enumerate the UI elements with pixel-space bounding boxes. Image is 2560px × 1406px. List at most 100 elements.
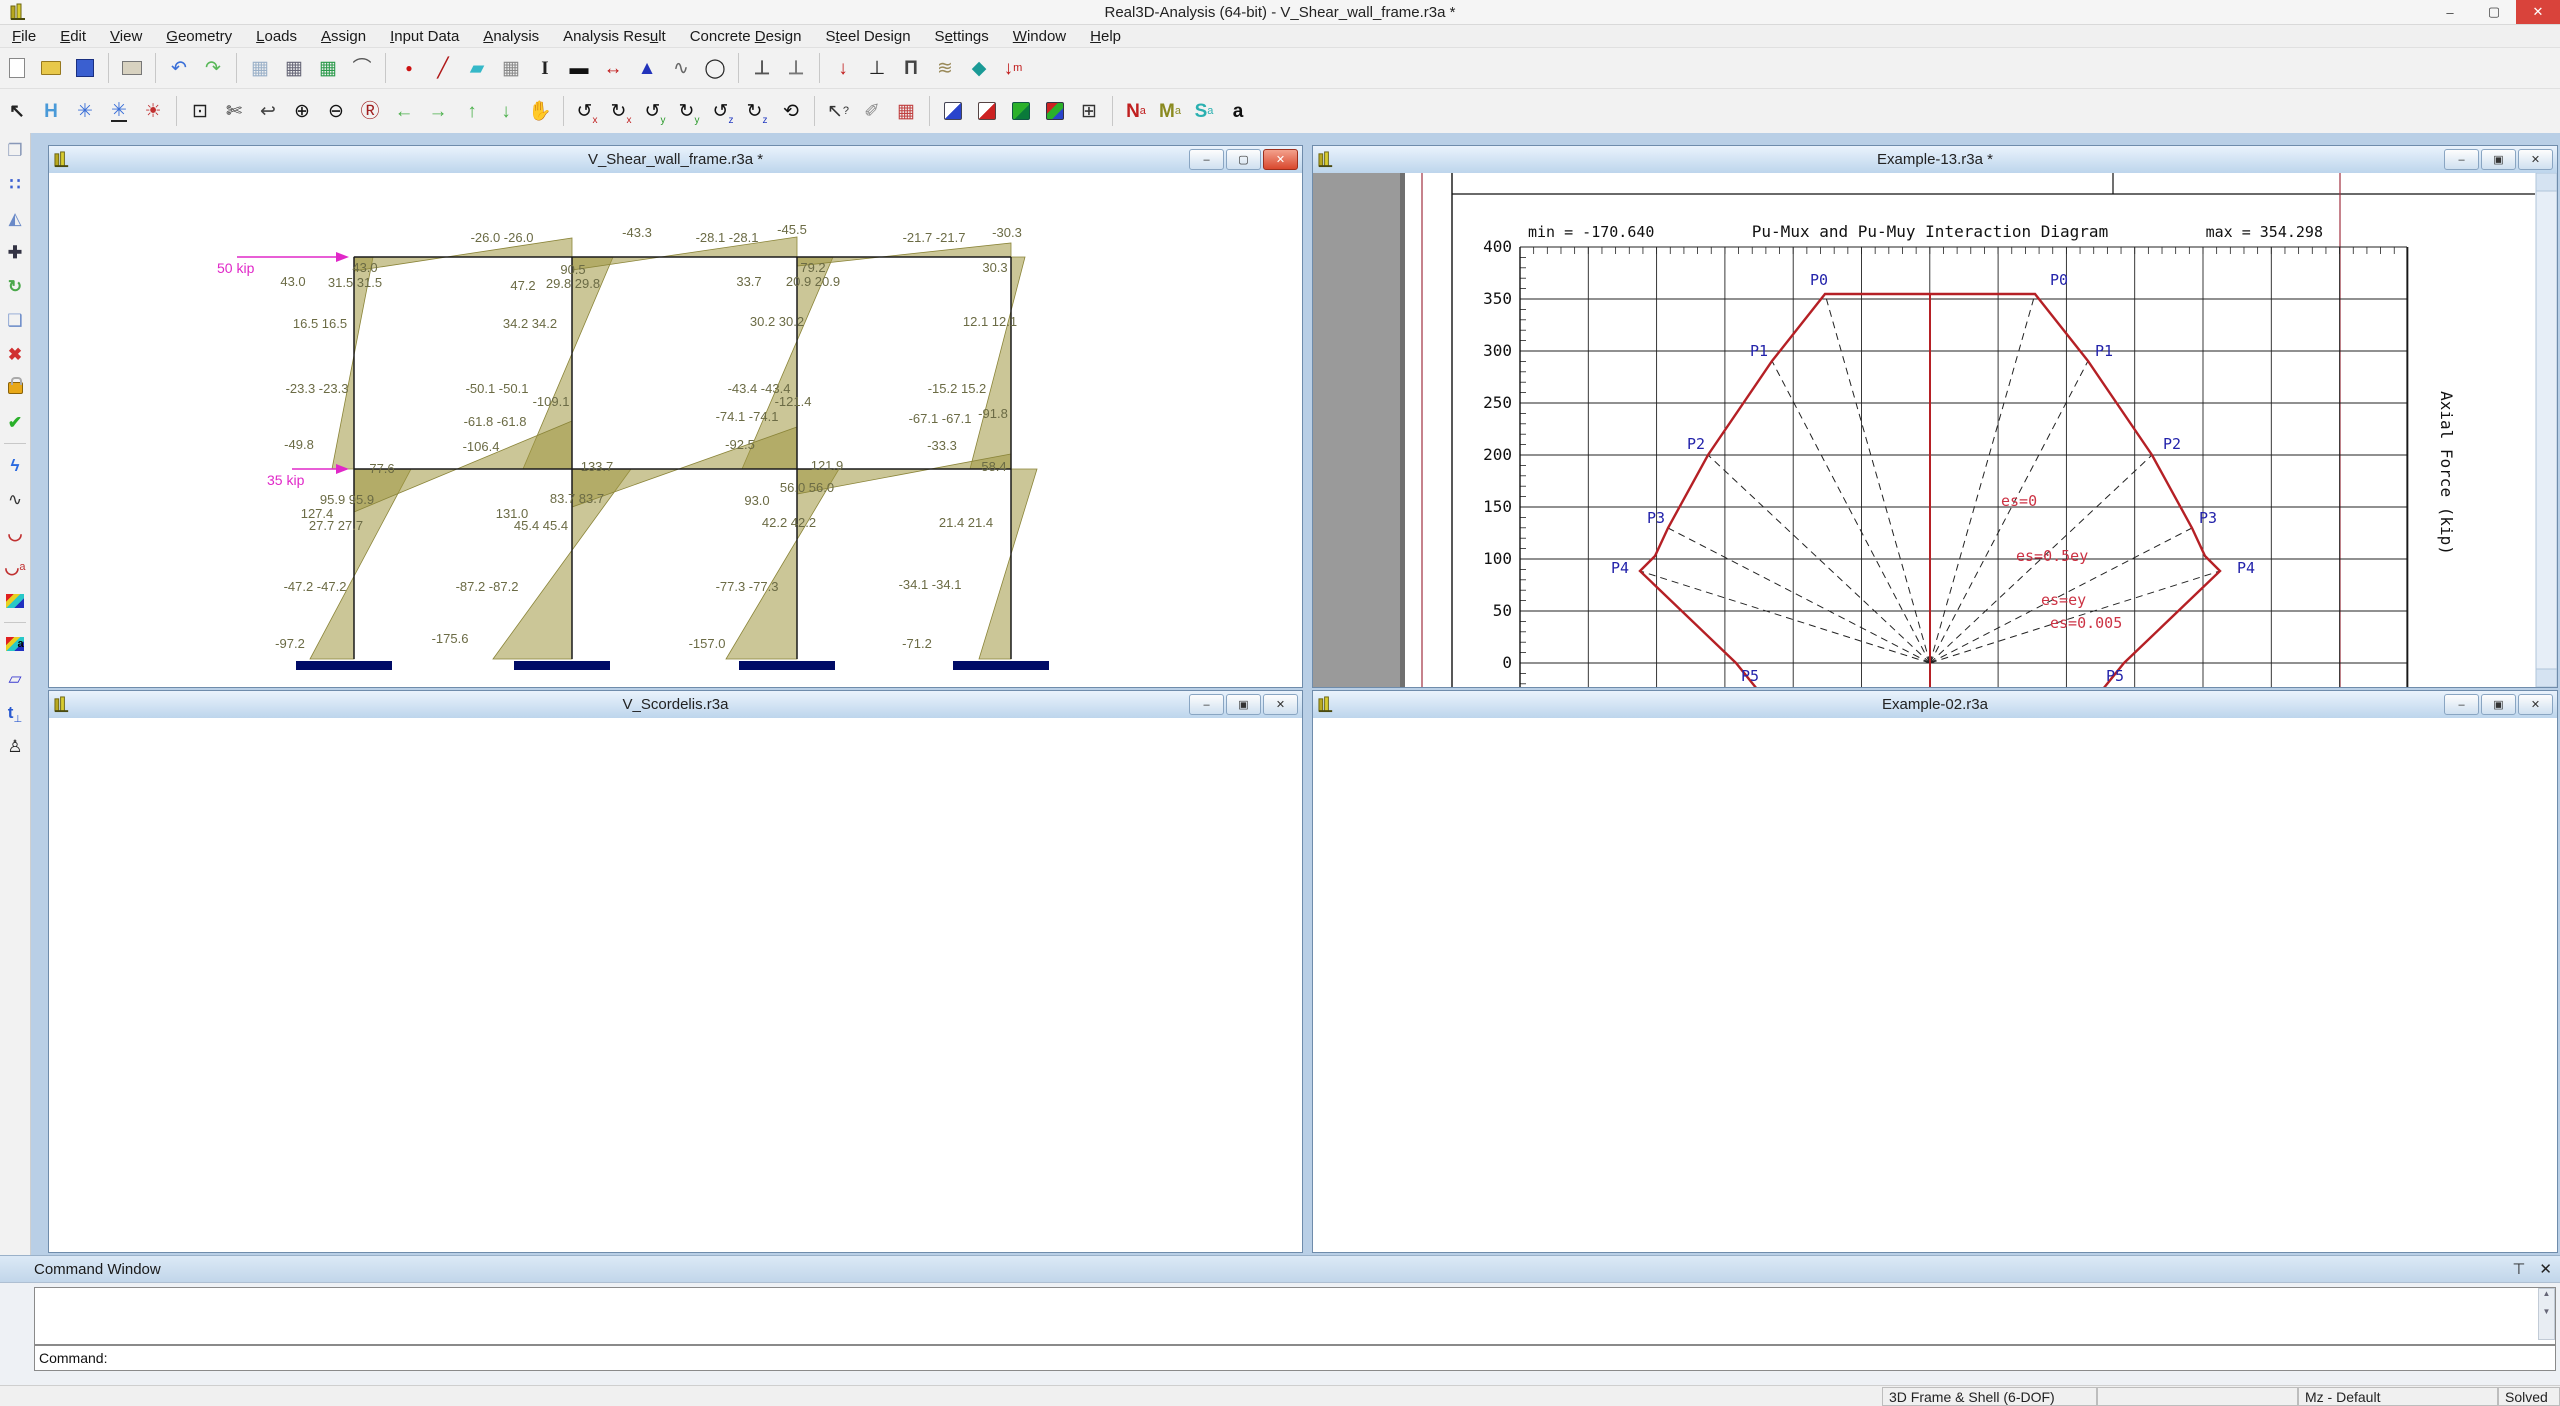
pan-hand-icon[interactable]: ✋ — [525, 96, 555, 126]
child-close-button[interactable]: ✕ — [2518, 694, 2553, 715]
close-icon[interactable]: ✕ — [2539, 1260, 2552, 1278]
support-triangle-icon[interactable]: ▲ — [632, 53, 662, 83]
point-load-icon[interactable]: ↓ — [828, 53, 858, 83]
child-close-button[interactable]: ✕ — [2518, 149, 2553, 170]
render-wire-blue-icon[interactable] — [938, 96, 968, 126]
label-n-icon[interactable]: Na — [1121, 96, 1151, 126]
print-icon[interactable] — [117, 53, 147, 83]
render-wire-red-icon[interactable] — [972, 96, 1002, 126]
child-close-button[interactable]: ✕ — [1263, 149, 1298, 170]
rotate-y-ccw-icon[interactable]: ↺y — [640, 96, 670, 126]
dynamic-icon[interactable]: ∿ — [2, 486, 28, 512]
new-file-icon[interactable] — [2, 53, 32, 83]
interaction-canvas[interactable]: min = -170.640Pu-Mux and Pu-Muy Interact… — [1313, 173, 2557, 687]
menu-item-assign[interactable]: Assign — [309, 27, 378, 46]
label-m-icon[interactable]: Ma — [1155, 96, 1185, 126]
child-restore-button[interactable]: ▣ — [1226, 694, 1261, 715]
child-close-button[interactable]: ✕ — [1263, 694, 1298, 715]
mirror-icon[interactable]: ◭ — [2, 205, 28, 231]
dimension-icon[interactable]: ↔ — [598, 53, 628, 83]
select-h-icon[interactable]: H — [36, 96, 66, 126]
child-titlebar[interactable]: V_Scordelis.r3a ‒ ▣ ✕ — [49, 691, 1302, 719]
vertical-scrollbar[interactable] — [2536, 173, 2557, 687]
menu-item-edit[interactable]: Edit — [48, 27, 98, 46]
snap-node-icon[interactable]: ✳ — [70, 96, 100, 126]
deformed-icon[interactable]: ▱ — [2, 665, 28, 691]
diagram-annotate-icon[interactable]: ◡a — [2, 554, 28, 580]
minimize-button[interactable]: – — [2428, 0, 2472, 24]
rotate-x-ccw-icon[interactable]: ↺x — [572, 96, 602, 126]
perpendicular-icon[interactable]: ⊥ — [862, 53, 892, 83]
child-window-shear-frame[interactable]: V_Shear_wall_frame.r3a * ‒ ▢ ✕ 50 kip35 … — [48, 145, 1303, 688]
contour-annotate-icon[interactable]: a — [2, 631, 28, 657]
draw-member-icon[interactable]: ╱ — [428, 53, 458, 83]
command-log[interactable] — [34, 1287, 2556, 1345]
child-window-scordelis[interactable]: V_Scordelis.r3a ‒ ▣ ✕ — [48, 690, 1303, 1253]
child-minimize-button[interactable]: ‒ — [2444, 149, 2479, 170]
child-restore-button[interactable]: ▢ — [1226, 149, 1261, 170]
zoom-window-icon[interactable]: ⊡ — [185, 96, 215, 126]
close-button[interactable]: ✕ — [2516, 0, 2560, 24]
draw-node-icon[interactable]: ● — [394, 53, 424, 83]
menu-item-analysis-result[interactable]: Analysis Result — [551, 27, 678, 46]
pan-up-icon[interactable]: ↑ — [457, 96, 487, 126]
section-bar-icon[interactable]: ▬ — [564, 53, 594, 83]
child-minimize-button[interactable]: ‒ — [1189, 694, 1224, 715]
annotate-icon[interactable]: ▦ — [891, 96, 921, 126]
portal-frame-icon[interactable]: Π — [896, 53, 926, 83]
rotate-z-cw-icon[interactable]: ↻z — [742, 96, 772, 126]
draw-arc-icon[interactable]: ⌒ — [347, 53, 377, 83]
settings-sun-icon[interactable]: ☀ — [138, 96, 168, 126]
delete-icon[interactable]: ✖ — [2, 341, 28, 367]
pan-left-icon[interactable]: ← — [389, 96, 419, 126]
copy-icon[interactable]: ❐ — [2, 137, 28, 163]
zoom-cut-icon[interactable]: ✄ — [219, 96, 249, 126]
scale-icon[interactable]: ❑ — [2, 307, 28, 333]
save-file-icon[interactable] — [70, 53, 100, 83]
rotate-x-cw-icon[interactable]: ↻x — [606, 96, 636, 126]
zoom-extents-icon[interactable]: Ⓡ — [355, 96, 385, 126]
command-window-header[interactable]: Command Window ⊤ ✕ — [0, 1255, 2560, 1283]
analyze-icon[interactable]: ϟ — [2, 452, 28, 478]
array-icon[interactable]: ∷ — [2, 171, 28, 197]
menu-item-steel-design[interactable]: Steel Design — [813, 27, 922, 46]
menu-item-geometry[interactable]: Geometry — [154, 27, 244, 46]
lock-icon[interactable] — [2, 375, 28, 401]
zoom-previous-icon[interactable]: ↩ — [253, 96, 283, 126]
render-solid-multi-icon[interactable] — [1040, 96, 1070, 126]
menu-item-window[interactable]: Window — [1001, 27, 1078, 46]
area-load-icon[interactable]: ≋ — [930, 53, 960, 83]
menu-item-loads[interactable]: Loads — [244, 27, 309, 46]
zoom-out-icon[interactable]: ⊖ — [321, 96, 351, 126]
menu-item-file[interactable]: File — [0, 27, 48, 46]
spreadsheet-icon[interactable]: ⊞ — [1074, 96, 1104, 126]
move-icon[interactable]: ✚ — [2, 239, 28, 265]
contour-icon[interactable] — [2, 588, 28, 614]
grid-settings-icon[interactable]: ▦ — [245, 53, 275, 83]
child-window-truss[interactable]: Example-02.r3a ‒ ▣ ✕ — [1312, 690, 2558, 1253]
mesh-grid-icon[interactable]: ▦ — [313, 53, 343, 83]
child-titlebar[interactable]: V_Shear_wall_frame.r3a * ‒ ▢ ✕ — [49, 146, 1302, 174]
undo-icon[interactable]: ↶ — [164, 53, 194, 83]
frame-canvas[interactable]: 50 kip35 kip-26.0 -26.0-43.3-28.1 -28.1-… — [49, 173, 1302, 687]
pin-icon[interactable]: ⊤ — [2512, 1260, 2525, 1278]
menu-item-analysis[interactable]: Analysis — [471, 27, 551, 46]
edit-arrow-icon[interactable]: ✐ — [857, 96, 887, 126]
pier-1-icon[interactable]: ⊥ — [747, 53, 777, 83]
spring-icon[interactable]: ∿ — [666, 53, 696, 83]
command-input[interactable]: Command: — [34, 1345, 2556, 1371]
child-window-interaction[interactable]: Example-13.r3a * ‒ ▣ ✕ min = -170.640Pu-… — [1312, 145, 2558, 688]
menu-item-concrete-design[interactable]: Concrete Design — [678, 27, 814, 46]
snap-grid-icon[interactable]: ✳ — [104, 96, 134, 126]
command-log-scrollbar[interactable]: ▲▼ — [2538, 1288, 2555, 1340]
rotate-z-ccw-icon[interactable]: ↺z — [708, 96, 738, 126]
label-s-icon[interactable]: Sa — [1189, 96, 1219, 126]
section-i-icon[interactable]: I — [530, 53, 560, 83]
rotate-icon[interactable]: ↻ — [2, 273, 28, 299]
child-minimize-button[interactable]: ‒ — [2444, 694, 2479, 715]
label-a-icon[interactable]: a — [1223, 96, 1253, 126]
grid-lines-icon[interactable]: ▦ — [279, 53, 309, 83]
child-restore-button[interactable]: ▣ — [2481, 149, 2516, 170]
shell-canvas[interactable] — [49, 718, 1302, 1252]
draw-shell4-icon[interactable]: ▰ — [462, 53, 492, 83]
